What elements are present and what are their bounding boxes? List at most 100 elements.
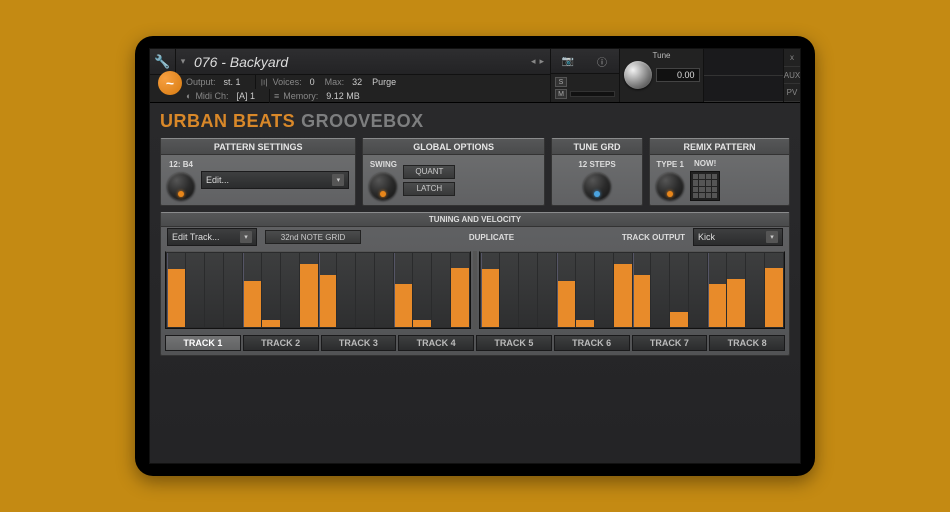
step-cell[interactable] [356,253,374,327]
track-tab[interactable]: TRACK 5 [476,335,552,351]
step-cell[interactable] [519,253,537,327]
max-value[interactable]: 32 [352,77,362,87]
step-cell[interactable] [670,253,688,327]
step-cell[interactable] [337,253,355,327]
step-cell[interactable] [243,253,261,327]
step-bar[interactable] [413,320,431,327]
track-tab[interactable]: TRACK 8 [709,335,785,351]
panel-pattern-settings: PATTERN SETTINGS 12: B4 Edit... ▾ [160,138,356,206]
output-value[interactable]: st. 1 [224,77,241,87]
swing-knob[interactable] [369,172,397,200]
step-bar[interactable] [300,264,318,327]
preset-prev-arrow-icon[interactable]: ◂ [531,56,536,67]
duplicate-label[interactable]: DUPLICATE [369,233,614,242]
step-cell[interactable] [224,253,242,327]
step-cell[interactable] [167,253,185,327]
remix-type-knob[interactable] [656,172,684,200]
step-cell[interactable] [432,253,450,327]
step-cell[interactable] [375,253,393,327]
step-cell[interactable] [538,253,556,327]
step-cell[interactable] [689,253,707,327]
step-cell[interactable] [765,253,783,327]
display-box-1 [704,49,783,76]
quant-button[interactable]: QUANT [403,165,455,179]
step-cell[interactable] [205,253,223,327]
step-cell[interactable] [633,253,651,327]
step-cell[interactable] [262,253,280,327]
steps-left[interactable] [165,251,471,329]
step-cell[interactable] [300,253,318,327]
header-display-boxes [704,49,784,102]
step-bar[interactable] [614,264,632,327]
aux-button[interactable]: AUX [784,67,800,85]
step-bar[interactable] [708,284,726,327]
track-tab[interactable]: TRACK 2 [243,335,319,351]
solo-button[interactable]: S [555,77,567,87]
instrument-product: GROOVEBOX [301,111,424,132]
steps-knob[interactable] [583,172,611,200]
grid-mode-button[interactable]: 32nd NOTE GRID [265,230,361,244]
preset-name[interactable]: 076 - Backyard [190,54,531,70]
step-bar[interactable] [557,281,575,327]
max-label: Max: [325,77,345,87]
preset-prev-icon[interactable]: ▾ [176,56,190,67]
info-icon[interactable]: ⓘ [593,54,611,68]
remix-now-button[interactable] [690,171,720,201]
preset-next-arrow-icon[interactable]: ▸ [539,56,544,67]
track-tab[interactable]: TRACK 6 [554,335,630,351]
step-cell[interactable] [394,253,412,327]
latch-button[interactable]: LATCH [403,182,455,196]
track-tab[interactable]: TRACK 4 [398,335,474,351]
track-tab[interactable]: TRACK 3 [321,335,397,351]
step-cell[interactable] [727,253,745,327]
step-bar[interactable] [319,275,337,327]
edit-track-select[interactable]: Edit Track... ▾ [167,228,257,246]
step-bar[interactable] [670,312,688,327]
step-bar[interactable] [167,269,185,327]
step-bar[interactable] [765,268,783,327]
step-cell[interactable] [500,253,518,327]
steps-right[interactable] [479,251,785,329]
camera-icon[interactable]: 📷 [559,54,577,68]
step-cell[interactable] [186,253,204,327]
step-bar[interactable] [481,269,499,327]
step-bar[interactable] [451,268,469,327]
step-bar[interactable] [727,279,745,327]
step-cell[interactable] [481,253,499,327]
step-bar[interactable] [262,320,280,327]
track-tab[interactable]: TRACK 1 [165,335,241,351]
mute-button[interactable]: M [555,89,567,99]
pattern-edit-select-label: Edit... [206,175,328,185]
step-cell[interactable] [708,253,726,327]
steps-label: 12 STEPS [578,160,615,169]
track-output-select[interactable]: Kick ▾ [693,228,783,246]
step-cell[interactable] [557,253,575,327]
step-bar[interactable] [633,275,651,327]
step-cell[interactable] [746,253,764,327]
step-cell[interactable] [614,253,632,327]
step-cell[interactable] [319,253,337,327]
step-bar[interactable] [243,281,261,327]
header-left: 🔧 ▾ 076 - Backyard ◂ ▸ ~ Output: st. 1 〣 [150,49,550,102]
tune-value[interactable]: 0.00 [656,68,700,82]
step-cell[interactable] [595,253,613,327]
step-cell[interactable] [651,253,669,327]
step-cell[interactable] [576,253,594,327]
chevron-down-icon: ▾ [240,231,252,243]
step-bar[interactable] [576,320,594,327]
step-cell[interactable] [451,253,469,327]
voices-value: 0 [310,77,315,87]
track-tab[interactable]: TRACK 7 [632,335,708,351]
info-rows: ~ Output: st. 1 〣 Voices: 0 Max: 32 Purg… [150,75,550,103]
pattern-knob[interactable] [167,172,195,200]
midi-value[interactable]: [A] 1 [236,91,255,101]
step-cell[interactable] [413,253,431,327]
step-cell[interactable] [281,253,299,327]
pv-button[interactable]: PV [784,84,800,102]
close-icon[interactable]: x [784,49,800,67]
tune-knob[interactable] [624,61,652,89]
instrument-brand: URBAN BEATS [160,111,295,132]
pattern-edit-select[interactable]: Edit... ▾ [201,171,349,189]
purge-button[interactable]: Purge [372,77,396,87]
step-bar[interactable] [394,284,412,327]
